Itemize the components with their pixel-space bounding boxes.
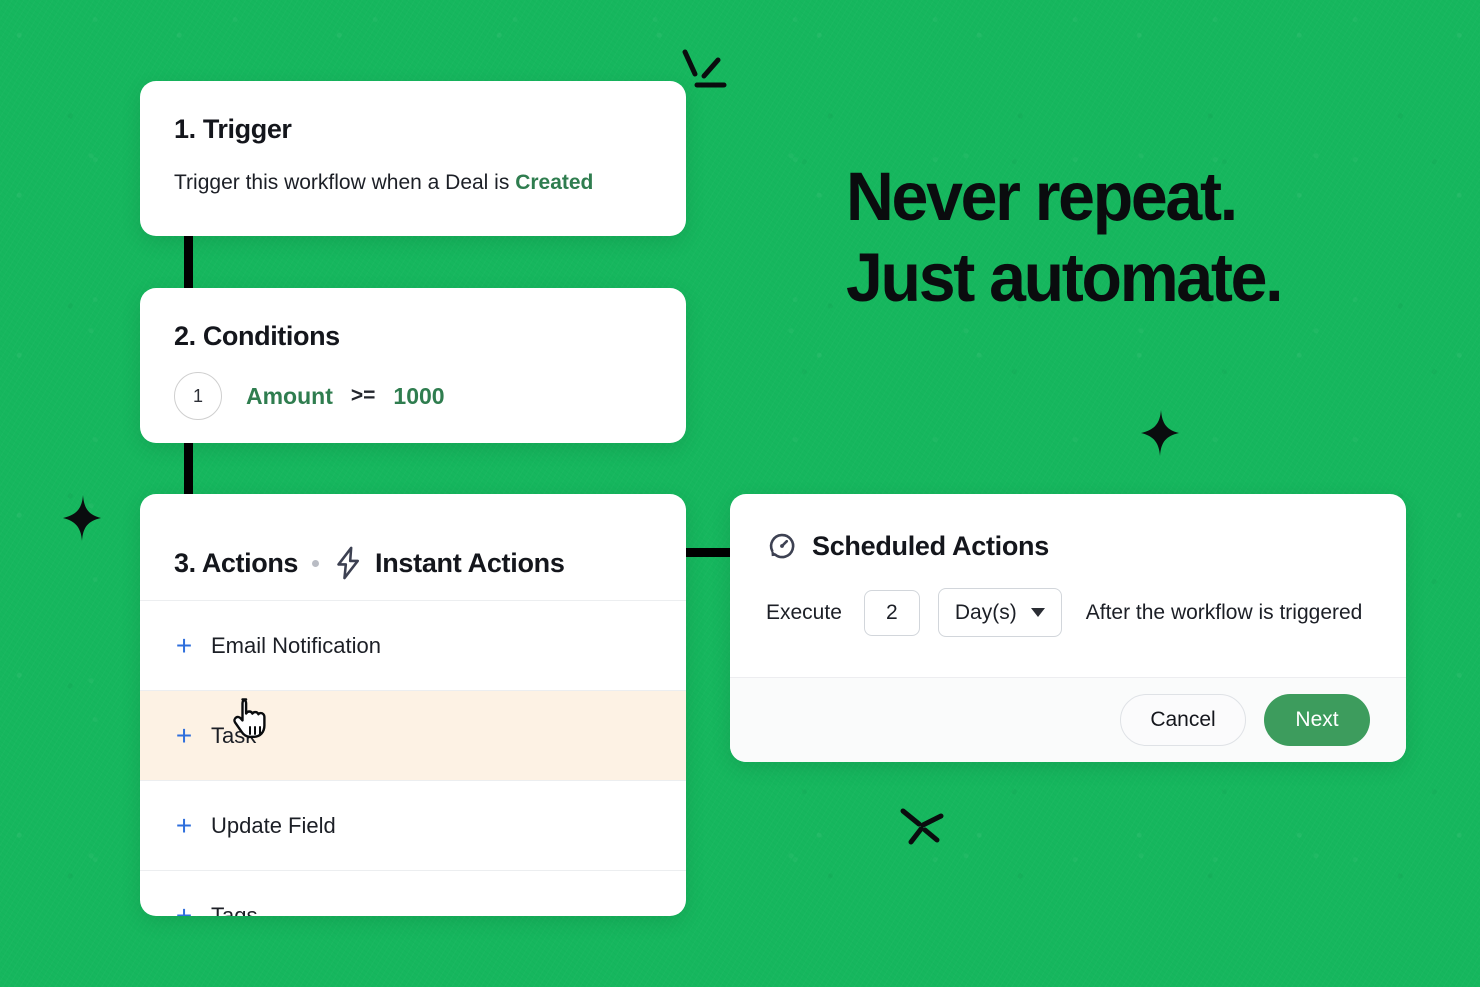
action-item-label: Update Field	[211, 812, 336, 838]
scheduled-actions-panel[interactable]: Scheduled Actions Execute 2 Day(s) After…	[730, 494, 1406, 762]
action-item-label: Tags	[211, 902, 258, 917]
trigger-card-title: 1. Trigger	[174, 114, 292, 144]
separator-dot	[312, 559, 320, 567]
headline-line-1: Never repeat.	[846, 158, 1238, 235]
asterisk-mark	[900, 808, 944, 845]
headline-line-2: Just automate.	[846, 239, 1284, 316]
connector-conditions-to-actions	[184, 443, 193, 494]
condition-row[interactable]: 1 Amount >= 1000	[174, 372, 652, 420]
actions-card-title: 3. Actions	[174, 547, 299, 578]
scheduled-actions-footer: Cancel Next	[730, 677, 1406, 762]
action-item-update-field[interactable]: + Update Field	[140, 780, 686, 870]
sparkle-star-left	[63, 495, 101, 541]
sparkle-star-right	[1141, 410, 1179, 456]
action-item-label: Task	[211, 722, 257, 748]
action-item-label: Email Notification	[211, 632, 381, 658]
action-item-task[interactable]: + Task	[140, 690, 686, 780]
trigger-description: Trigger this workflow when a Deal is Cre…	[174, 171, 652, 195]
pop-lines-mark	[682, 49, 727, 88]
condition-field[interactable]: Amount	[246, 383, 333, 410]
condition-operator[interactable]: >=	[351, 384, 376, 408]
workflow-automation-graphic: Never repeat. Just automate. 1. Trigger T…	[0, 0, 1480, 987]
page-headline: Never repeat. Just automate.	[846, 156, 1284, 318]
lightning-bolt-icon	[333, 546, 363, 580]
execute-label: Execute	[766, 600, 842, 624]
actions-card-header: 3. Actions Instant Actions	[140, 494, 686, 600]
next-button[interactable]: Next	[1264, 694, 1370, 746]
connector-trigger-to-conditions	[184, 236, 193, 288]
schedule-suffix-label: After the workflow is triggered	[1085, 600, 1363, 624]
cancel-button[interactable]: Cancel	[1120, 694, 1246, 746]
execute-unit-value: Day(s)	[954, 600, 1017, 624]
execute-unit-select[interactable]: Day(s)	[937, 588, 1062, 637]
actions-card[interactable]: 3. Actions Instant Actions + Email Notif…	[140, 494, 686, 916]
action-item-email-notification[interactable]: + Email Notification	[140, 600, 686, 690]
condition-index-badge: 1	[174, 372, 222, 420]
connector-actions-to-scheduled	[686, 548, 730, 557]
scheduled-actions-header: Scheduled Actions	[730, 494, 1406, 562]
scheduled-clock-icon	[766, 530, 798, 562]
scheduled-actions-title: Scheduled Actions	[812, 530, 1049, 561]
action-item-tags[interactable]: + Tags	[140, 870, 686, 916]
plus-icon: +	[175, 629, 193, 661]
plus-icon: +	[175, 809, 193, 841]
chevron-down-icon	[1030, 608, 1045, 617]
conditions-card[interactable]: 2. Conditions 1 Amount >= 1000	[140, 288, 686, 443]
trigger-card[interactable]: 1. Trigger Trigger this workflow when a …	[140, 81, 686, 236]
schedule-config-row: Execute 2 Day(s) After the workflow is t…	[730, 562, 1406, 637]
plus-icon: +	[175, 719, 193, 751]
execute-amount-input[interactable]: 2	[863, 589, 920, 636]
plus-icon: +	[175, 899, 193, 916]
instant-actions-tab[interactable]: Instant Actions	[375, 548, 565, 579]
trigger-event-value[interactable]: Created	[515, 171, 593, 194]
conditions-card-title: 2. Conditions	[174, 321, 340, 351]
condition-value[interactable]: 1000	[393, 383, 444, 410]
trigger-description-prefix: Trigger this workflow when a Deal is	[174, 171, 516, 194]
